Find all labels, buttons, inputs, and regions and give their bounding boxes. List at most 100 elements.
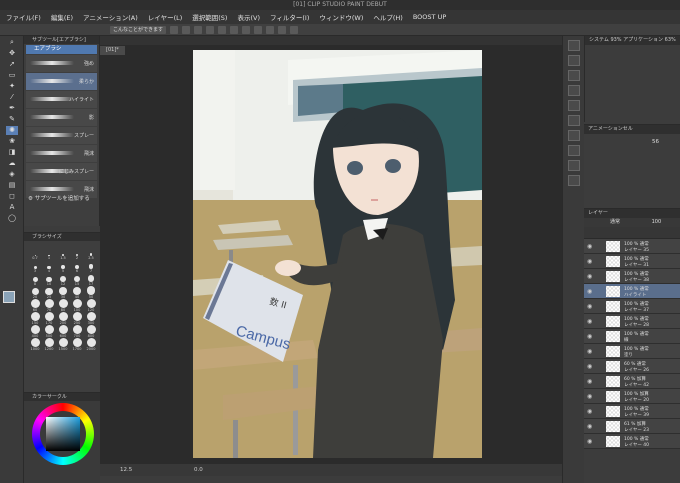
zoom-value[interactable]: 12.5 — [120, 467, 132, 473]
brush-size-option[interactable]: 500 — [42, 325, 56, 338]
open-file-icon[interactable] — [182, 25, 191, 34]
subtool-item[interactable]: にじみスプレー — [26, 163, 97, 180]
menu-item[interactable]: 編集(E) — [51, 12, 73, 22]
sub-view-panel-icon[interactable] — [568, 55, 580, 66]
brush-size-option[interactable]: 800 — [84, 325, 98, 338]
document-tab[interactable]: [01]* — [100, 46, 125, 55]
layer-row[interactable]: ◉ 100 % 通常 レイヤー 39 — [584, 404, 680, 419]
menu-item[interactable]: ウィンドウ(W) — [319, 12, 363, 22]
info-panel-icon[interactable] — [568, 70, 580, 81]
history-panel-icon[interactable] — [568, 115, 580, 126]
foreground-color-swatch[interactable] — [3, 291, 15, 303]
save-icon[interactable] — [194, 25, 203, 34]
hue-ring[interactable] — [32, 403, 94, 465]
navigator-panel-icon[interactable] — [568, 40, 580, 51]
deselect-icon[interactable] — [254, 25, 263, 34]
layer-row[interactable]: ◉ 60 % 加算 レイヤー 42 — [584, 374, 680, 389]
menu-item[interactable]: 選択範囲(S) — [192, 12, 227, 22]
brush-size-option[interactable]: 200 — [56, 312, 70, 325]
brush-size-option[interactable]: 25 — [42, 286, 56, 299]
brush-size-option[interactable]: 400 — [28, 325, 42, 338]
layer-row[interactable]: ◉ 61 % 加算 レイヤー 23 — [584, 419, 680, 434]
brush-size-option[interactable]: 17 — [84, 273, 98, 286]
brush-size-option[interactable]: 2 — [70, 247, 84, 260]
brush-size-option[interactable]: 12 — [56, 273, 70, 286]
brush-size-option[interactable]: 2000 — [84, 338, 98, 351]
brush-size-option[interactable]: 7 — [84, 260, 98, 273]
eye-icon[interactable]: ◉ — [587, 393, 592, 400]
pencil-tool-icon[interactable]: ✎ — [6, 115, 18, 124]
brush-size-option[interactable]: 1700 — [70, 338, 84, 351]
pen-tool-icon[interactable]: ✒ — [6, 104, 18, 113]
layer-row[interactable]: ◉ 100 % 通常 レイヤー 37 — [584, 299, 680, 314]
color-wheel-tab[interactable]: カラーサークル — [24, 393, 100, 401]
subtool-item[interactable]: スプレー — [26, 127, 97, 144]
menu-item[interactable]: 表示(V) — [237, 12, 260, 22]
eye-icon[interactable]: ◉ — [587, 378, 592, 385]
menu-item[interactable]: ファイル(F) — [6, 12, 41, 22]
animation-cel-tab[interactable]: アニメーションセル — [584, 125, 680, 134]
airbrush-tool-icon[interactable]: ✺ — [6, 126, 18, 135]
layer-row[interactable]: ◉ 100 % 通常線 — [584, 329, 680, 344]
artwork-canvas[interactable]: Campus 数 II — [193, 50, 482, 458]
brush-size-option[interactable]: 50 — [84, 286, 98, 299]
add-subtool-button[interactable]: ⚙ サブツールを追加する — [28, 194, 90, 202]
brush-size-option[interactable]: 120 — [84, 299, 98, 312]
menu-item[interactable]: アニメーション(A) — [83, 12, 138, 22]
brush-size-option[interactable]: 30 — [56, 286, 70, 299]
fill-icon[interactable] — [290, 25, 299, 34]
eye-icon[interactable]: ◉ — [587, 303, 592, 310]
eyedropper-tool-icon[interactable]: ⁄ — [6, 93, 18, 102]
brush-size-option[interactable]: 15 — [70, 273, 84, 286]
timeline-panel-icon[interactable] — [568, 130, 580, 141]
eye-icon[interactable]: ◉ — [587, 333, 592, 340]
zoom-tool-icon[interactable]: ⌕ — [6, 38, 18, 47]
brush-size-option[interactable]: 8 — [28, 273, 42, 286]
brush-size-option[interactable]: 150 — [28, 312, 42, 325]
gradient-tool-icon[interactable]: ▤ — [6, 181, 18, 190]
snap-button[interactable]: こんなことができます — [110, 25, 167, 34]
brush-size-option[interactable]: 250 — [70, 312, 84, 325]
blend-mode-select[interactable]: 通常 — [610, 219, 620, 225]
brush-size-option[interactable]: 4 — [42, 260, 56, 273]
invert-selection-icon[interactable] — [266, 25, 275, 34]
layer-row[interactable]: ◉ 60 % 通常 レイヤー 26 — [584, 359, 680, 374]
undo-icon[interactable] — [206, 25, 215, 34]
subtool-item[interactable]: ハイライト — [26, 91, 97, 108]
menu-item[interactable]: BOOST UP — [413, 13, 446, 21]
auto-select-tool-icon[interactable]: ✦ — [6, 82, 18, 91]
balloon-tool-icon[interactable]: ◯ — [6, 214, 18, 223]
eye-icon[interactable]: ◉ — [587, 363, 592, 370]
layer-row[interactable]: ◉ 100 % 通常 レイヤー 28 — [584, 314, 680, 329]
layer-property-panel-icon[interactable] — [568, 100, 580, 111]
menu-item[interactable]: フィルター(I) — [270, 12, 309, 22]
subtool-item[interactable]: 柔らか — [26, 73, 97, 90]
crop-icon[interactable] — [278, 25, 287, 34]
brush-size-option[interactable]: 60 — [28, 299, 42, 312]
brush-size-option[interactable]: 600 — [56, 325, 70, 338]
layer-row[interactable]: ◉ 100 % 通常 レイヤー 31 — [584, 254, 680, 269]
brush-size-option[interactable]: 0.7 — [28, 247, 42, 260]
subtool-item[interactable]: 影 — [26, 109, 97, 126]
saturation-value-square[interactable] — [46, 417, 80, 451]
brush-size-option[interactable]: 5 — [56, 260, 70, 273]
text-tool-icon[interactable]: A — [6, 203, 18, 212]
eye-icon[interactable]: ◉ — [587, 243, 592, 250]
move-tool-icon[interactable]: ✥ — [6, 49, 18, 58]
material-panel-icon[interactable] — [568, 145, 580, 156]
operation-tool-icon[interactable]: ➚ — [6, 60, 18, 69]
property-panel-icon[interactable] — [568, 85, 580, 96]
eye-icon[interactable]: ◉ — [587, 423, 592, 430]
brush-size-option[interactable]: 100 — [70, 299, 84, 312]
transform-icon[interactable] — [242, 25, 251, 34]
brush-size-option[interactable]: 2.5 — [84, 247, 98, 260]
clear-icon[interactable] — [230, 25, 239, 34]
menu-item[interactable]: レイヤー(L) — [148, 12, 183, 22]
layer-row[interactable]: ◉ 100 % 通常 ハイライト — [584, 284, 680, 299]
brush-size-option[interactable]: 80 — [56, 299, 70, 312]
layer-row[interactable]: ◉ 100 % 通常 塗り — [584, 344, 680, 359]
brush-size-option[interactable]: 1200 — [42, 338, 56, 351]
info-panel-tab[interactable]: システム 93% アプリケーション 63% — [585, 36, 680, 45]
eye-icon[interactable]: ◉ — [587, 348, 592, 355]
animation-cel-value[interactable]: 56 — [652, 139, 659, 145]
